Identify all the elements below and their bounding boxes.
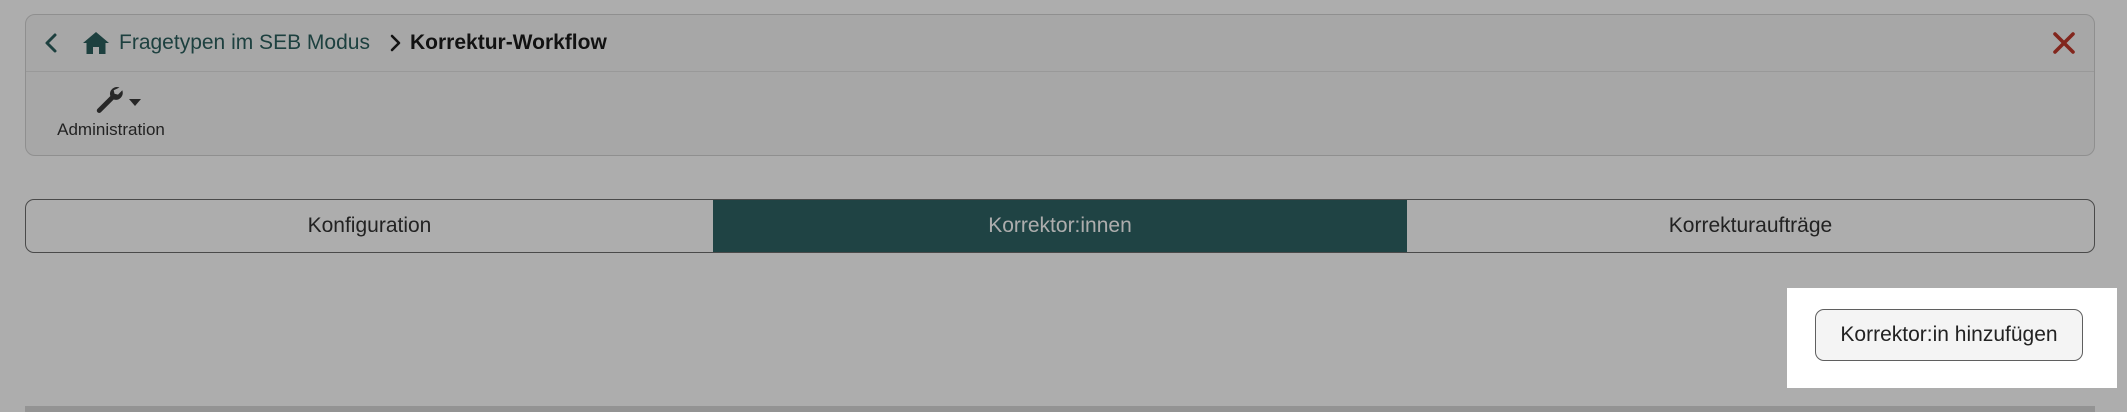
close-icon[interactable] (2050, 29, 2078, 57)
tab-konfiguration[interactable]: Konfiguration (26, 200, 713, 252)
highlighted-action-area: Korrektor:in hinzufügen (1787, 288, 2117, 388)
breadcrumb-separator-icon (390, 34, 401, 52)
breadcrumb-parent-link[interactable]: Fragetypen im SEB Modus (119, 29, 370, 57)
wrench-icon (96, 87, 123, 114)
toolbar-panel: Fragetypen im SEB Modus Korrektur-Workfl… (25, 14, 2095, 156)
breadcrumb-current-page: Korrektur-Workflow (410, 31, 607, 54)
tab-korrektor-innen[interactable]: Korrektor:innen (713, 200, 1407, 252)
caret-down-icon (129, 99, 141, 106)
administration-label: Administration (57, 120, 165, 139)
back-chevron-icon[interactable] (38, 28, 64, 58)
tab-bar: Konfiguration Korrektor:innen Korrektura… (25, 199, 2095, 253)
breadcrumb: Fragetypen im SEB Modus Korrektur-Workfl… (26, 15, 2094, 72)
add-corrector-button[interactable]: Korrektor:in hinzufügen (1815, 309, 2083, 361)
content-divider (25, 406, 2095, 412)
home-icon[interactable] (82, 30, 110, 56)
modal-overlay-left (0, 288, 1787, 388)
modal-overlay-right (2117, 288, 2127, 388)
administration-dropdown[interactable]: Administration (46, 79, 176, 149)
tab-korrekturauftraege[interactable]: Korrekturaufträge (1407, 200, 2094, 252)
